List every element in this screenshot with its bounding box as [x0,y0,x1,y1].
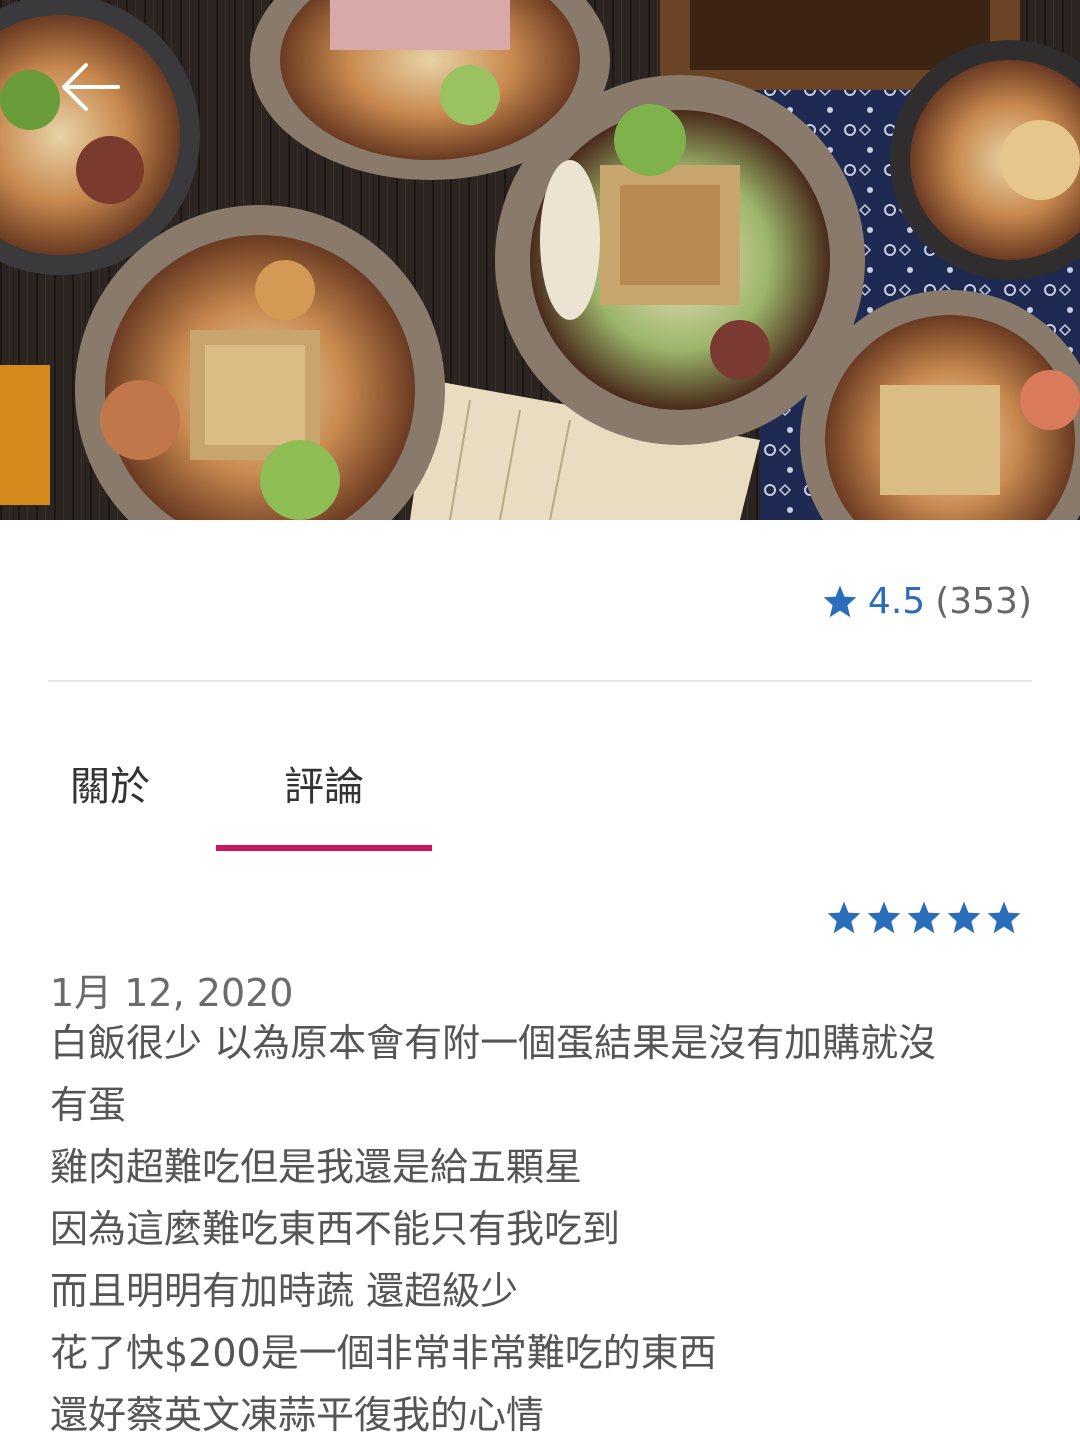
section-divider [48,680,1032,682]
active-tab-indicator [216,845,432,851]
star-icon [867,901,901,934]
restaurant-header: 4.5 (353) [48,560,1032,640]
star-icon [947,901,981,934]
review-count: (353) [935,580,1032,622]
review-date: 1月 12, 2020 [50,971,294,1015]
tab-reviews[interactable]: 評論 [216,730,432,854]
review-stars [826,900,1022,940]
review-line: 還好蔡英文凍蒜平復我的心情 [50,1393,545,1437]
review-line: 白飯很少 以為原本會有附一個蛋結果是沒有加購就沒 [50,1021,937,1065]
arrow-left-icon [62,63,120,111]
review-line: 而且明明有加時蔬 還超級少 [50,1269,519,1313]
review-line: 雞肉超難吃但是我還是給五顆星 [50,1145,583,1189]
star-icon [823,585,857,618]
reviewer-name-redacted [48,934,88,944]
review-text: 白飯很少 以為原本會有附一個蛋結果是沒有加購就沒 有蛋雞肉超難吃但是我還是給五顆星… [50,1012,1040,1446]
tab-bar: 關於 評論 [0,730,1080,854]
rating-value: 4.5 [867,580,926,622]
star-icon [987,901,1021,934]
restaurant-rating[interactable]: 4.5 (353) [822,576,1032,626]
review-line: 有蛋 [50,1083,127,1127]
hero-image [0,0,1080,520]
tab-about[interactable]: 關於 [30,730,190,854]
restaurant-name-redacted [48,608,248,628]
back-button[interactable] [58,62,134,126]
review-line: 因為這麼難吃東西不能只有我吃到 [50,1207,621,1251]
star-icon [907,901,941,934]
review-line: 花了快$200是一個非常非常難吃的東西 [50,1331,717,1375]
star-icon [827,901,861,934]
food-photo [0,0,1080,520]
